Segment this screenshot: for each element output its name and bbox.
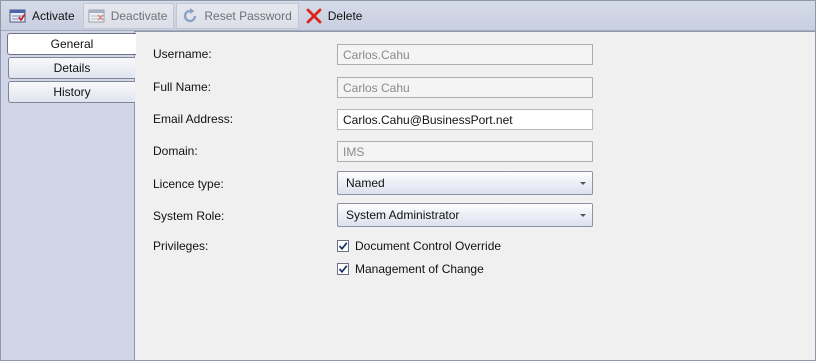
domain-field[interactable] [337,141,593,162]
deactivate-label: Deactivate [110,8,168,23]
privileges-label: Privileges: [153,239,209,253]
tab-history[interactable]: History [8,81,135,103]
delete-x-icon [305,7,323,25]
tab-details-label: Details [53,61,91,75]
privilege-management-of-change[interactable]: Management of Change [337,262,484,276]
system-role-label: System Role: [153,209,225,223]
refresh-icon [181,7,199,25]
tab-details[interactable]: Details [8,57,135,79]
privilege-label: Management of Change [355,262,484,276]
checkbox[interactable] [337,240,349,252]
user-editor-window: Activate Deactivate Reset Password Delet… [0,0,816,361]
email-field[interactable] [337,109,593,130]
licence-type-value: Named [346,176,385,190]
full-name-label: Full Name: [153,80,212,94]
tab-general-label: General [50,37,94,51]
privilege-document-control-override[interactable]: Document Control Override [337,239,501,253]
chevron-down-icon [580,182,586,185]
system-role-value: System Administrator [346,208,460,222]
delete-label: Delete [327,8,363,23]
checkbox[interactable] [337,263,349,275]
full-name-field[interactable] [337,77,593,98]
delete-button[interactable]: Delete [301,3,369,29]
toolbar: Activate Deactivate Reset Password Delet… [1,1,815,31]
privilege-label: Document Control Override [355,239,502,253]
domain-label: Domain: [153,144,198,158]
general-panel: Username: Full Name: Email Address: Doma… [135,31,815,360]
username-field[interactable] [337,44,593,65]
tab-general[interactable]: General [7,33,136,55]
system-role-select[interactable]: System Administrator [337,203,593,227]
chevron-down-icon [580,214,586,217]
reset-password-label: Reset Password [204,8,292,23]
tab-pane: General Details History [1,31,136,360]
licence-type-select[interactable]: Named [337,171,593,195]
username-label: Username: [153,47,212,61]
tab-history-label: History [53,85,91,99]
activate-label: Activate [32,8,75,23]
email-label: Email Address: [153,112,234,126]
licence-type-label: Licence type: [153,177,224,191]
deactivate-button[interactable]: Deactivate [82,2,175,29]
activate-icon [9,8,27,24]
deactivate-icon [88,8,106,24]
activate-button[interactable]: Activate [5,3,81,29]
reset-password-button[interactable]: Reset Password [176,2,299,29]
